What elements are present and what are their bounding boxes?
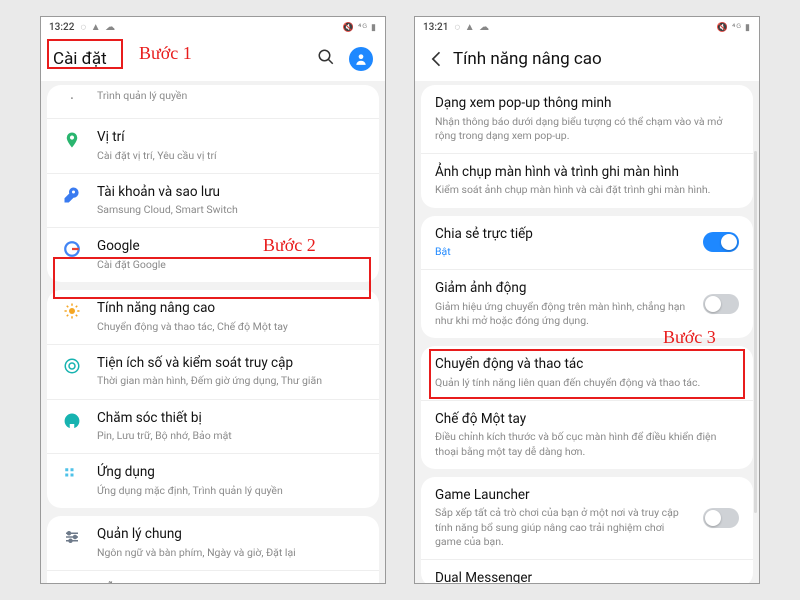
row-sub: Ngôn ngữ và bàn phím, Ngày và giờ, Đặt l… — [97, 546, 365, 560]
row-sub: Cài đặt Google — [97, 258, 365, 272]
profile-avatar[interactable] — [349, 47, 373, 71]
status-left-icons: ◌ ▲ ☁ — [454, 22, 490, 33]
row-title: Quản lý chung — [97, 526, 365, 544]
settings-row-privacy[interactable]: · Trình quản lý quyền — [47, 85, 379, 118]
row-dual-messenger[interactable]: Dual Messenger — [421, 559, 753, 583]
row-title: Google — [97, 238, 365, 256]
settings-list[interactable]: · Trình quản lý quyền Vị trí Cài đặt vị … — [41, 81, 385, 583]
settings-header: Cài đặt — [41, 37, 385, 81]
status-right-icons: 🔇 ⁴ᴳ ▮ — [343, 22, 377, 33]
settings-row-general[interactable]: Quản lý chung Ngôn ngữ và bàn phím, Ngày… — [47, 516, 379, 570]
status-time: 13:21 — [423, 22, 448, 33]
key-icon — [61, 184, 83, 204]
settings-row-location[interactable]: Vị trí Cài đặt vị trí, Yêu cầu vị trí — [47, 118, 379, 173]
row-sub: Nhận thông báo dưới dạng biểu tượng có t… — [435, 115, 739, 143]
privacy-icon: · — [61, 87, 83, 108]
gear-plus-icon — [61, 300, 83, 320]
row-title: Chăm sóc thiết bị — [97, 410, 365, 428]
settings-row-device-care[interactable]: Chăm sóc thiết bị Pin, Lưu trữ, Bộ nhớ, … — [47, 399, 379, 454]
row-sub: Kiểm soát ảnh chụp màn hình và cài đặt t… — [435, 183, 739, 197]
row-title: Tài khoản và sao lưu — [97, 184, 365, 202]
row-title: Vị trí — [97, 129, 365, 147]
phone-right-advanced-features: Bước 3 13:21 ◌ ▲ ☁ 🔇 ⁴ᴳ ▮ Tính năng nâng… — [414, 16, 760, 584]
page-title: Cài đặt — [53, 49, 107, 69]
apps-grid-icon — [61, 464, 83, 484]
status-time: 13:22 — [49, 22, 74, 33]
row-sub: Bật — [435, 245, 689, 259]
row-title: Chuyển động và thao tác — [435, 356, 739, 374]
row-title: Ảnh chụp màn hình và trình ghi màn hình — [435, 164, 739, 182]
game-launcher-toggle[interactable] — [703, 508, 739, 528]
row-title: Dạng xem pop-up thông minh — [435, 95, 739, 113]
row-smart-popup[interactable]: Dạng xem pop-up thông minh Nhận thông bá… — [421, 85, 753, 153]
status-bar: 13:21 ◌ ▲ ☁ 🔇 ⁴ᴳ ▮ — [415, 17, 759, 37]
back-button[interactable] — [427, 49, 447, 69]
row-sub: Điều chỉnh kích thước và bố cục màn hình… — [435, 430, 739, 458]
row-title: Chế độ Một tay — [435, 411, 739, 429]
row-sub: Thời gian màn hình, Đếm giờ ứng dụng, Th… — [97, 374, 365, 388]
settings-row-accounts[interactable]: Tài khoản và sao lưu Samsung Cloud, Smar… — [47, 173, 379, 228]
row-title: Tính năng nâng cao — [97, 300, 365, 318]
row-sub: Samsung Cloud, Smart Switch — [97, 203, 365, 217]
reduce-motion-toggle[interactable] — [703, 294, 739, 314]
settings-row-google[interactable]: Google Cài đặt Google — [47, 227, 379, 282]
phone-left-settings: Bước 1 Bước 2 13:22 ◌ ▲ ☁ 🔇 ⁴ᴳ ▮ Cài đặt… — [40, 16, 386, 584]
row-sub: Cài đặt vị trí, Yêu cầu vị trí — [97, 149, 365, 163]
status-left-icons: ◌ ▲ ☁ — [80, 22, 116, 33]
row-sub: Giảm hiệu ứng chuyển động trên màn hình,… — [435, 300, 689, 328]
row-title: Chia sẻ trực tiếp — [435, 226, 689, 244]
row-sub: Quản lý tính năng liên quan đến chuyển đ… — [435, 376, 739, 390]
row-sub: Pin, Lưu trữ, Bộ nhớ, Bảo mật — [97, 429, 365, 443]
settings-row-support[interactable]: Hỗ trợ — [47, 570, 379, 583]
settings-row-apps[interactable]: Ứng dụng Ứng dụng mặc định, Trình quản l… — [47, 453, 379, 508]
row-title: Hỗ trợ — [97, 581, 365, 583]
direct-share-toggle[interactable] — [703, 232, 739, 252]
row-title: Dual Messenger — [435, 570, 739, 583]
row-title: Giảm ảnh động — [435, 280, 689, 298]
advanced-list[interactable]: Dạng xem pop-up thông minh Nhận thông bá… — [415, 81, 759, 583]
row-reduce-motion[interactable]: Giảm ảnh động Giảm hiệu ứng chuyển động … — [421, 269, 753, 338]
row-title: Tiện ích số và kiểm soát truy cập — [97, 355, 365, 373]
row-motions-gestures[interactable]: Chuyển động và thao tác Quản lý tính năn… — [421, 346, 753, 400]
row-game-launcher[interactable]: Game Launcher Sắp xếp tất cả trò chơi củ… — [421, 477, 753, 559]
row-sub: Ứng dụng mặc định, Trình quản lý quyền — [97, 484, 365, 498]
scroll-indicator — [754, 151, 757, 513]
row-title: Game Launcher — [435, 487, 689, 505]
search-icon[interactable] — [317, 48, 335, 70]
sliders-icon — [61, 526, 83, 546]
wellbeing-icon — [61, 355, 83, 375]
google-icon — [61, 238, 83, 258]
row-direct-share[interactable]: Chia sẻ trực tiếp Bật — [421, 216, 753, 270]
row-screenshot-recorder[interactable]: Ảnh chụp màn hình và trình ghi màn hình … — [421, 153, 753, 208]
status-bar: 13:22 ◌ ▲ ☁ 🔇 ⁴ᴳ ▮ — [41, 17, 385, 37]
advanced-header: Tính năng nâng cao — [415, 37, 759, 81]
row-sub: Sắp xếp tất cả trò chơi của bạn ở một nơ… — [435, 506, 689, 549]
page-title: Tính năng nâng cao — [453, 49, 602, 69]
settings-row-digital-wellbeing[interactable]: Tiện ích số và kiểm soát truy cập Thời g… — [47, 344, 379, 399]
row-sub: Trình quản lý quyền — [97, 89, 365, 103]
row-one-handed[interactable]: Chế độ Một tay Điều chỉnh kích thước và … — [421, 400, 753, 469]
accessibility-icon — [61, 581, 83, 583]
row-sub: Chuyển động và thao tác, Chế độ Một tay — [97, 320, 365, 334]
settings-row-advanced-features[interactable]: Tính năng nâng cao Chuyển động và thao t… — [47, 290, 379, 344]
device-care-icon — [61, 410, 83, 430]
location-pin-icon — [61, 129, 83, 149]
status-right-icons: 🔇 ⁴ᴳ ▮ — [717, 22, 751, 33]
row-title: Ứng dụng — [97, 464, 365, 482]
